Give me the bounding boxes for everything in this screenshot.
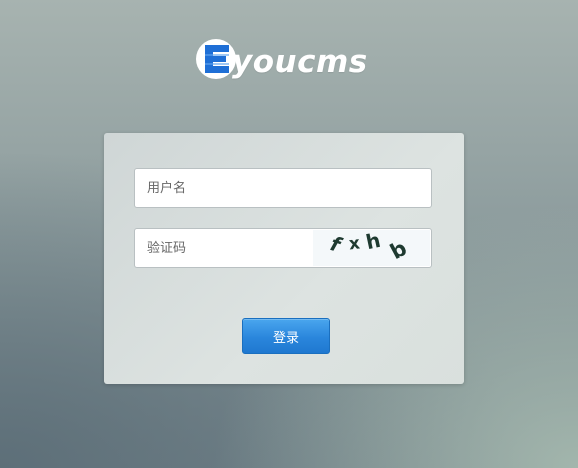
captcha-input[interactable] [135,229,315,267]
captcha-char: f [327,231,344,257]
captcha-char: b [386,235,411,265]
login-form: f x h b 登录 [104,133,464,384]
captcha-image[interactable]: f x h b [313,227,430,266]
captcha-field[interactable]: f x h b [134,228,432,268]
logo-text: youcms [232,44,368,80]
username-input[interactable] [135,169,431,207]
username-field[interactable] [134,168,432,208]
login-button[interactable]: 登录 [242,318,330,354]
captcha-char: x [347,233,361,255]
logo-e-icon [196,39,236,79]
brand-logo: youcms [196,36,368,82]
captcha-char: h [363,227,383,255]
